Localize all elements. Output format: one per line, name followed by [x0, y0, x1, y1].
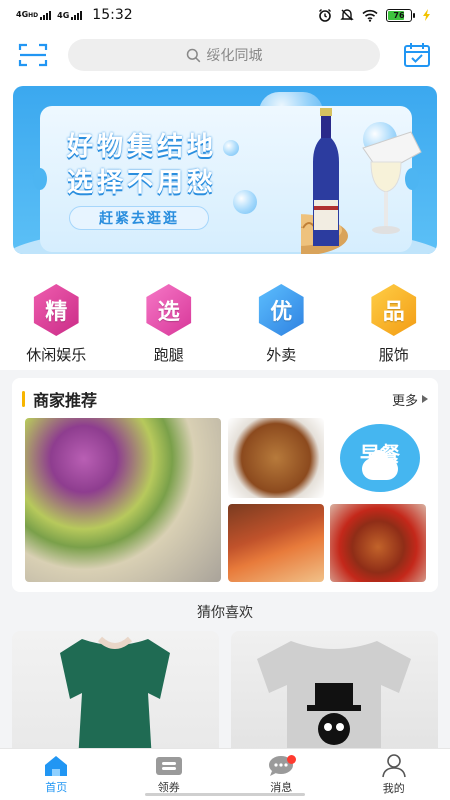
leisure-hex-icon: 精 — [30, 284, 82, 336]
network-type-2: 4G — [57, 10, 70, 20]
calendar-check-icon — [404, 43, 430, 67]
section-accent-bar — [22, 391, 25, 407]
banner-product-illustration — [301, 108, 422, 254]
coupon-icon — [155, 756, 182, 775]
promo-banner[interactable]: 好物集结地 选择不用愁 赶紧去逛逛 — [13, 86, 437, 254]
category-glyph: 选 — [157, 300, 180, 325]
merchant-tile-breakfast[interactable]: 早餐 — [332, 418, 426, 498]
product-card-tshirt[interactable] — [231, 631, 438, 761]
category-label: 跑腿 — [153, 346, 184, 364]
category-label: 服饰 — [378, 346, 409, 364]
search-icon — [186, 48, 200, 62]
merchant-tile-dessert[interactable] — [25, 418, 221, 582]
errand-hex-icon: 选 — [143, 284, 195, 336]
top-header: 绥化同城 — [0, 30, 450, 80]
signal-2: 4G — [57, 10, 83, 20]
category-label: 外卖 — [266, 346, 297, 364]
home-indicator — [145, 793, 305, 796]
merchant-header: 商家推荐 更多 — [22, 388, 428, 410]
cloud-icon — [362, 450, 398, 480]
signal-1: 4GHD — [16, 9, 52, 20]
category-grid: 精 休闲娱乐 选 跑腿 优 外卖 品 服饰 — [0, 270, 450, 370]
category-label: 休闲娱乐 — [26, 346, 87, 364]
category-apparel[interactable]: 品 服饰 — [338, 270, 450, 370]
bottom-tab-bar: 首页 领券 消息 我的 — [0, 748, 450, 800]
banner-section: 好物集结地 选择不用愁 赶紧去逛逛 — [0, 80, 450, 270]
merchant-tile-roast-duck[interactable] — [228, 504, 324, 582]
network-type-1: 4G — [16, 9, 29, 19]
battery-level: 76 — [393, 10, 405, 20]
banner-cta-button[interactable]: 赶紧去逛逛 — [69, 206, 209, 230]
search-placeholder: 绥化同城 — [206, 48, 263, 64]
mute-icon — [340, 9, 354, 21]
unread-badge — [287, 755, 296, 764]
apparel-hex-icon: 品 — [368, 284, 420, 336]
more-label: 更多 — [391, 393, 418, 409]
merchant-tile-stew[interactable] — [330, 504, 426, 582]
tab-label: 首页 — [45, 780, 68, 794]
tab-label: 我的 — [382, 781, 405, 795]
clock: 15:32 — [92, 7, 133, 23]
wifi-icon — [362, 9, 378, 22]
user-icon — [381, 753, 406, 777]
merchant-recommend-card: 商家推荐 更多 早餐 — [12, 378, 438, 592]
category-glyph: 品 — [382, 300, 405, 325]
search-bar[interactable]: 绥化同城 — [68, 39, 380, 71]
more-link[interactable]: 更多 — [392, 390, 428, 409]
scan-icon — [18, 43, 48, 67]
status-bar: 4GHD 4G 15:32 76 — [0, 0, 450, 30]
battery-indicator: 76 — [386, 8, 415, 22]
merchant-title: 商家推荐 — [33, 391, 98, 410]
calendar-checkin-button[interactable] — [400, 38, 434, 72]
network-sup-1: HD — [28, 11, 39, 19]
category-glyph: 优 — [270, 300, 293, 325]
guess-you-like-title: 猜你喜欢 — [197, 605, 253, 621]
home-icon — [45, 755, 68, 776]
banner-headline-2: 选择不用愁 — [67, 168, 218, 198]
dress-image — [60, 636, 170, 761]
alarm-icon — [319, 9, 331, 22]
takeout-hex-icon: 优 — [255, 284, 307, 336]
banner-headline-1: 好物集结地 — [67, 132, 218, 162]
scan-button[interactable] — [16, 38, 50, 72]
category-errand[interactable]: 选 跑腿 — [113, 270, 226, 370]
tshirt-image — [257, 641, 411, 761]
tab-profile[interactable]: 我的 — [338, 749, 450, 800]
tab-home[interactable]: 首页 — [0, 749, 113, 800]
arrow-right-icon — [422, 395, 428, 403]
category-leisure[interactable]: 精 休闲娱乐 — [0, 270, 113, 370]
category-takeout[interactable]: 优 外卖 — [225, 270, 338, 370]
product-card-dress[interactable] — [12, 631, 219, 761]
merchant-tile-fried-rice[interactable] — [228, 418, 324, 498]
category-glyph: 精 — [45, 300, 68, 325]
charging-icon — [423, 9, 430, 21]
